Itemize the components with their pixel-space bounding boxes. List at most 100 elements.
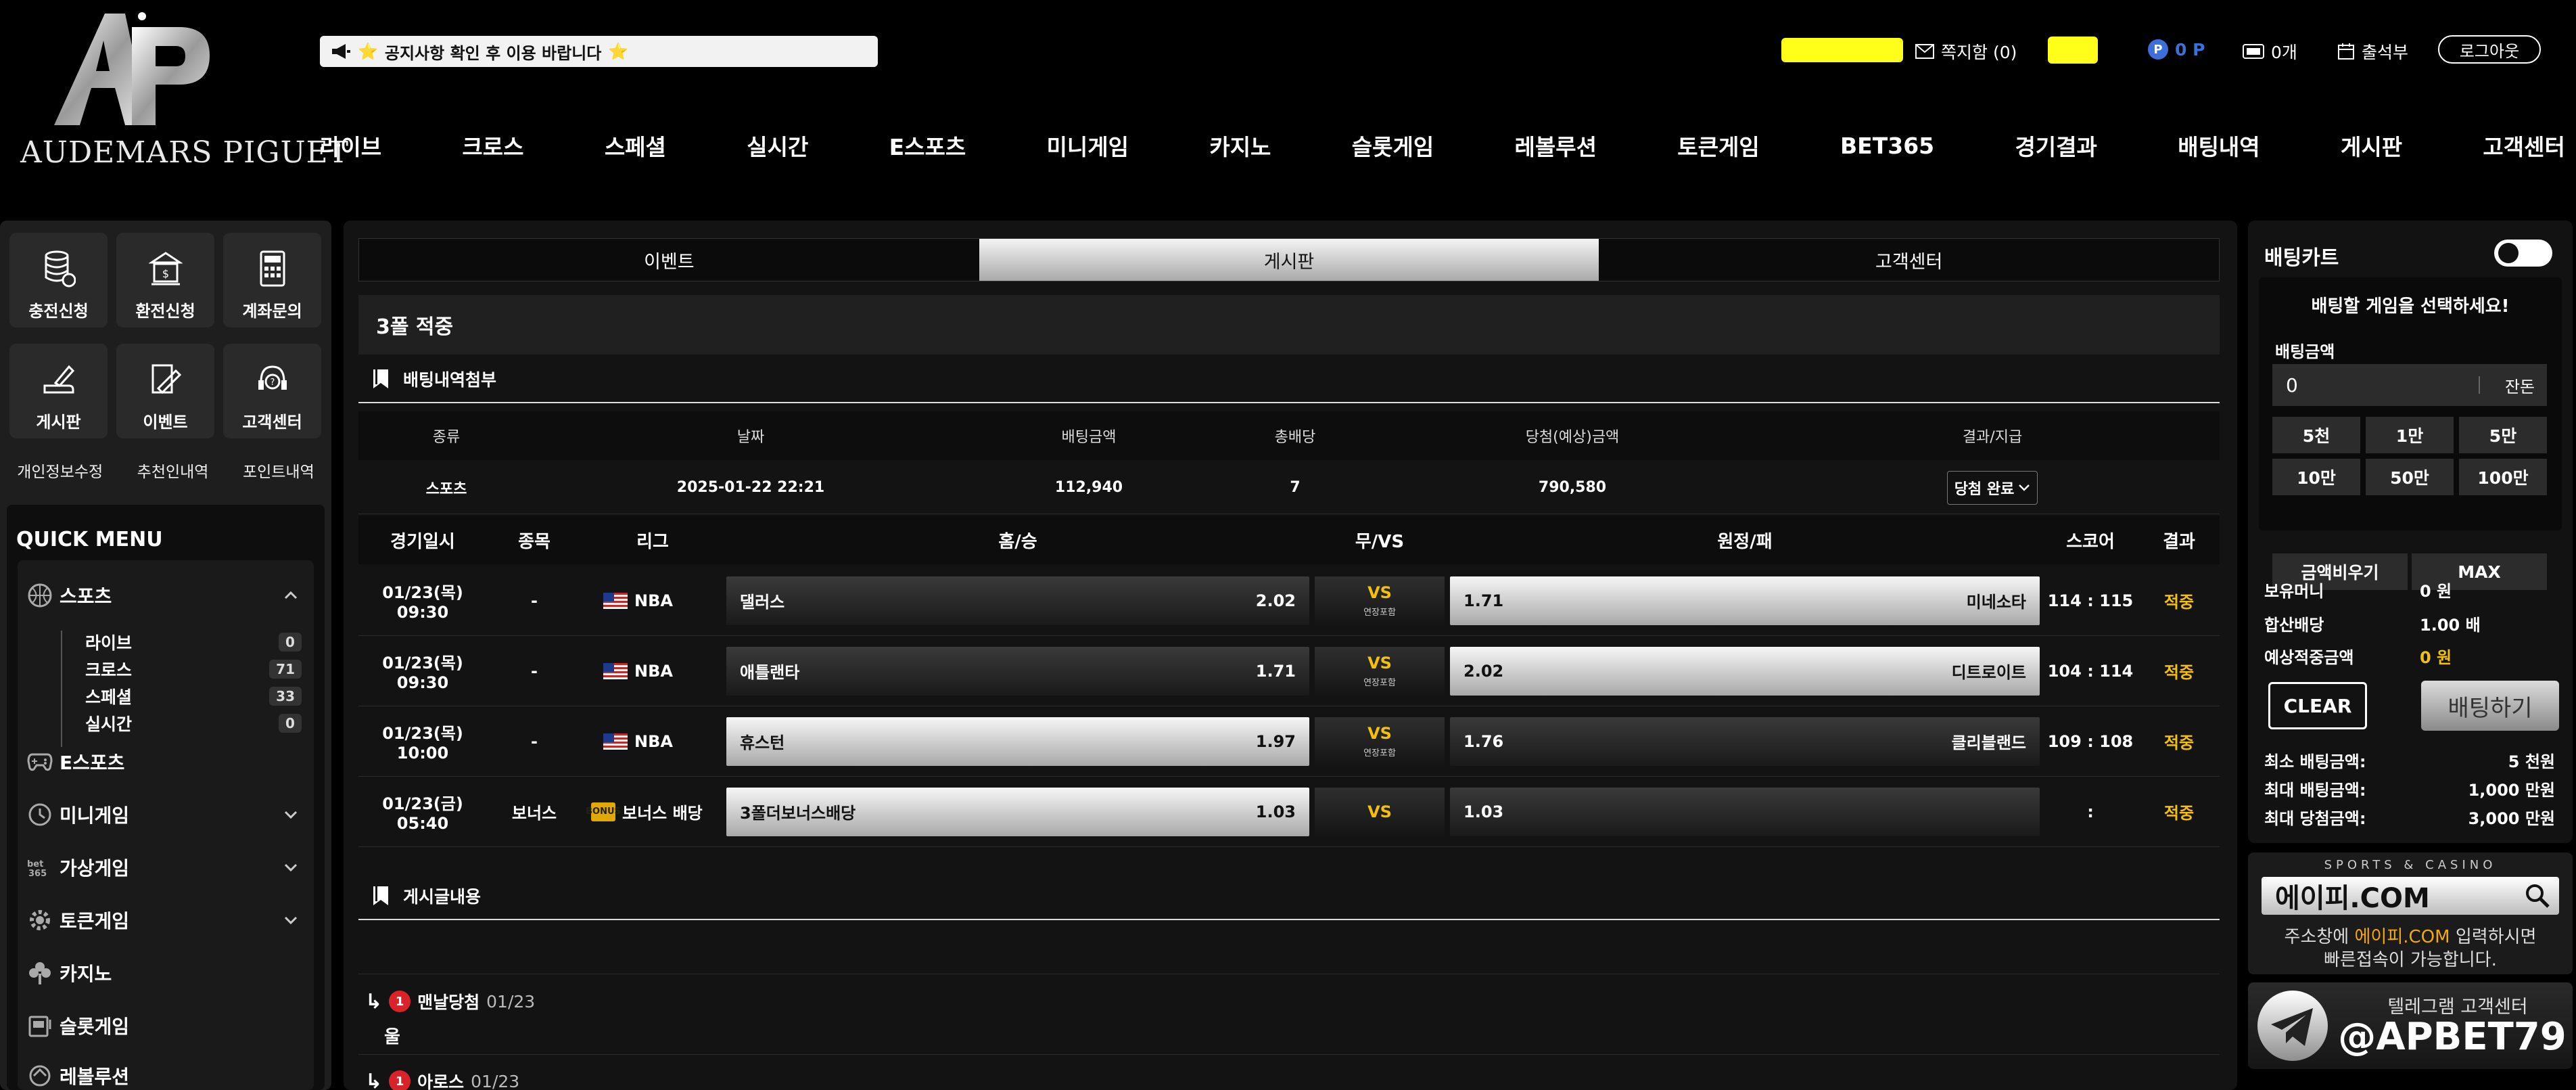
comment-author: 아로스	[417, 1072, 465, 1090]
home-odds: 2.02	[1255, 591, 1296, 610]
comment-item: ↳ 1 아로스 01/23	[365, 1069, 2191, 1090]
chevron-down-icon	[284, 916, 298, 925]
nav-minigame[interactable]: 미니게임	[1047, 129, 1129, 162]
col-draw: 무/VS	[1355, 531, 1405, 552]
qm-sub-live[interactable]: 라이브 0	[85, 629, 302, 655]
qm-virtual[interactable]: bet 365 가상게임	[18, 847, 314, 888]
notice-bar[interactable]: ⭐ 공지사항 확인 후 이용 바랍니다 ⭐	[320, 36, 878, 67]
qm-slot[interactable]: 슬롯게임	[18, 1005, 314, 1046]
nav-board[interactable]: 게시판	[2341, 129, 2402, 162]
svg-text:bet: bet	[27, 859, 43, 869]
telegram-banner[interactable]: 텔레그램 고객센터 @APBET79	[2248, 982, 2573, 1069]
tab-event[interactable]: 이벤트	[359, 239, 979, 281]
qm-sub-cross[interactable]: 크로스 71	[85, 656, 302, 682]
bookmark-icon	[373, 369, 388, 388]
place-bet-button[interactable]: 배팅하기	[2421, 681, 2559, 731]
league-name: NBA	[634, 731, 673, 751]
tab-board[interactable]: 게시판	[979, 239, 1599, 281]
redacted-level	[2048, 37, 2098, 64]
nav-token[interactable]: 토큰게임	[1677, 129, 1759, 162]
amount-5k-button[interactable]: 5천	[2272, 417, 2360, 453]
point-history-link[interactable]: 포인트내역	[243, 459, 314, 482]
svg-text:$: $	[162, 267, 169, 280]
board-tile[interactable]: 게시판	[9, 344, 108, 438]
referral-history-link[interactable]: 추천인내역	[137, 459, 209, 482]
banner-domain-box: 에이피.COM	[2262, 877, 2559, 915]
attendance-link[interactable]: 출석부	[2337, 39, 2408, 64]
qm-token[interactable]: 토큰게임	[18, 900, 314, 940]
amount-10k-button[interactable]: 1만	[2366, 417, 2454, 453]
nav-revolution[interactable]: 레볼루션	[1515, 129, 1597, 162]
bet365-icon: bet365	[27, 859, 47, 878]
home-team: 3폴더보너스배당	[740, 804, 856, 823]
nav-live[interactable]: 라이브	[320, 129, 381, 162]
account-inquiry-tile[interactable]: 계좌문의	[223, 233, 321, 327]
qm-sub-special[interactable]: 스페셜 33	[85, 683, 302, 709]
qm-minigame-label: 미니게임	[60, 804, 130, 827]
change-button[interactable]: 잔돈	[2505, 373, 2535, 397]
nav-special[interactable]: 스페셜	[605, 129, 666, 162]
nav-results[interactable]: 경기결과	[2015, 129, 2097, 162]
logout-button[interactable]: 로그아웃	[2438, 35, 2541, 64]
col-sport: 종목	[518, 531, 551, 552]
headset-icon: ?	[258, 365, 287, 390]
home-odds-cell: 애틀랜타 1.71	[726, 646, 1309, 696]
bet-slip-title: 배팅카트	[2264, 246, 2339, 270]
nav-inplay[interactable]: 실시간	[747, 129, 808, 162]
qm-esports[interactable]: E스포츠	[18, 742, 314, 782]
max-win-row: 최대 당첨금액: 3,000 만원	[2264, 805, 2555, 829]
qm-revolution[interactable]: 레볼루션	[18, 1055, 314, 1090]
us-flag-icon	[603, 592, 628, 609]
nav-support[interactable]: 고객센터	[2483, 129, 2565, 162]
qm-minigame[interactable]: 미니게임	[18, 794, 314, 835]
amount-50k-button[interactable]: 5만	[2459, 417, 2547, 453]
chevron-down-icon	[284, 863, 298, 872]
game-time: 01/23(금) 05:40	[382, 794, 463, 833]
combined-odds-row: 합산배당 1.00 배	[2264, 612, 2555, 635]
amount-1m-button[interactable]: 100만	[2459, 459, 2547, 495]
points-link[interactable]: P 0 P	[2148, 39, 2205, 60]
envelope-icon	[1915, 44, 1934, 59]
nav-casino[interactable]: 카지노	[1209, 129, 1271, 162]
game-sport: -	[531, 661, 538, 681]
coupons-link[interactable]: 0개	[2243, 39, 2297, 64]
qm-sports[interactable]: 스포츠	[18, 575, 314, 616]
bet-slip-toggle[interactable]	[2494, 240, 2552, 267]
nav-cross[interactable]: 크로스	[462, 129, 523, 162]
bet-status-select[interactable]: 당첨 완료	[1946, 470, 2038, 505]
col-amount: 배팅금액	[1061, 429, 1117, 446]
game-result: 적중	[2163, 733, 2195, 752]
gear-icon	[30, 910, 50, 930]
nav-bet365[interactable]: BET365	[1840, 133, 1934, 159]
nav-bet-history[interactable]: 배팅내역	[2178, 129, 2259, 162]
deposit-tile[interactable]: 충전신청	[9, 233, 108, 327]
qm-sub-count: 71	[269, 660, 302, 679]
nav-esports[interactable]: E스포츠	[889, 129, 966, 162]
chevron-down-icon	[284, 811, 298, 819]
edit-profile-link[interactable]: 개인정보수정	[17, 459, 103, 482]
telegram-icon	[2257, 991, 2328, 1061]
away-odds: 1.76	[1463, 731, 1504, 751]
game-row: 01/23(목) 09:30 - NBA 댈러스 2.02 VS 연장포함 1.71…	[358, 566, 2220, 636]
amount-100k-button[interactable]: 10만	[2272, 459, 2360, 495]
points-icon: P	[2148, 39, 2168, 60]
brand-name: AUDEMARS PIGUET	[20, 135, 350, 170]
amount-500k-button[interactable]: 50만	[2366, 459, 2454, 495]
nav-slot[interactable]: 슬롯게임	[1352, 129, 1434, 162]
event-tile[interactable]: 이벤트	[116, 344, 214, 438]
qm-casino[interactable]: 카지노	[18, 953, 314, 993]
clear-button[interactable]: CLEAR	[2268, 682, 2367, 729]
support-tile[interactable]: ? 고객센터	[223, 344, 321, 438]
withdraw-tile[interactable]: $ 환전신청	[116, 233, 214, 327]
banner-line1-pre: 주소창에	[2284, 927, 2355, 947]
messages-link[interactable]: 쪽지함 (0)	[1915, 39, 2017, 64]
comment-body: 울	[384, 1027, 400, 1047]
reply-arrow-icon: ↳	[365, 1069, 383, 1090]
home-odds-cell: 댈러스 2.02	[726, 576, 1309, 625]
brand-logo[interactable]: AUDEMARS PIGUET	[14, 7, 350, 170]
domain-banner[interactable]: SPORTS & CASINO 에이피.COM 주소창에 에이피.COM 입력하…	[2248, 853, 2573, 974]
bet-slip-message: 배팅할 게임을 선택하세요!	[2311, 296, 2510, 317]
bet-amount-input[interactable]: 0 잔돈	[2272, 364, 2547, 406]
tab-support[interactable]: 고객센터	[1599, 239, 2220, 281]
qm-sub-inplay[interactable]: 실시간 0	[85, 710, 302, 736]
